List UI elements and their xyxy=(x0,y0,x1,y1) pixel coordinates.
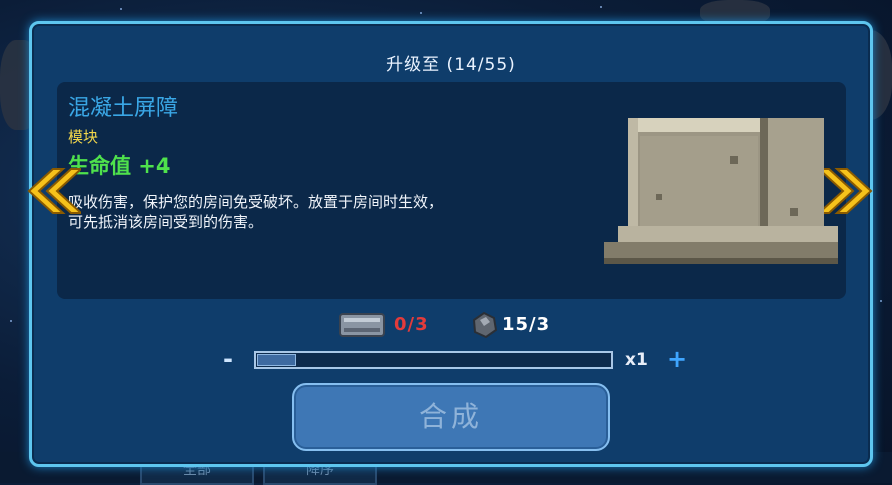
quantity-value: x1 xyxy=(625,350,648,370)
item-name: 混凝土屏障 xyxy=(68,96,179,121)
chevron-left-icon xyxy=(27,168,84,214)
ore-icon xyxy=(472,311,498,339)
craft-button[interactable]: 合成 xyxy=(292,383,610,451)
star xyxy=(420,12,422,14)
slider-fill xyxy=(257,354,296,366)
star xyxy=(880,300,882,302)
decrease-quantity-button[interactable]: - xyxy=(217,347,239,371)
metal-plate-count: 0/3 xyxy=(394,314,429,335)
concrete-barrier-icon xyxy=(600,114,838,266)
resource-ore xyxy=(470,310,498,340)
item-stat: 生命值 +4 xyxy=(68,154,171,178)
metal-plate-icon xyxy=(339,313,385,337)
quantity-slider[interactable] xyxy=(254,351,613,369)
star xyxy=(120,8,122,10)
resource-metal-plate xyxy=(338,310,388,340)
star xyxy=(10,320,12,322)
star xyxy=(600,6,602,8)
item-type: 模块 xyxy=(68,128,99,146)
dialog-title: 升级至 (14/55) xyxy=(386,55,516,75)
increase-quantity-button[interactable]: + xyxy=(666,347,688,371)
previous-item-button[interactable] xyxy=(23,167,84,215)
item-description: 吸收伤害，保护您的房间免受破坏。放置于房间时生效， 可先抵消该房间受到的伤害。 xyxy=(68,193,444,231)
ore-count: 15/3 xyxy=(502,314,551,335)
